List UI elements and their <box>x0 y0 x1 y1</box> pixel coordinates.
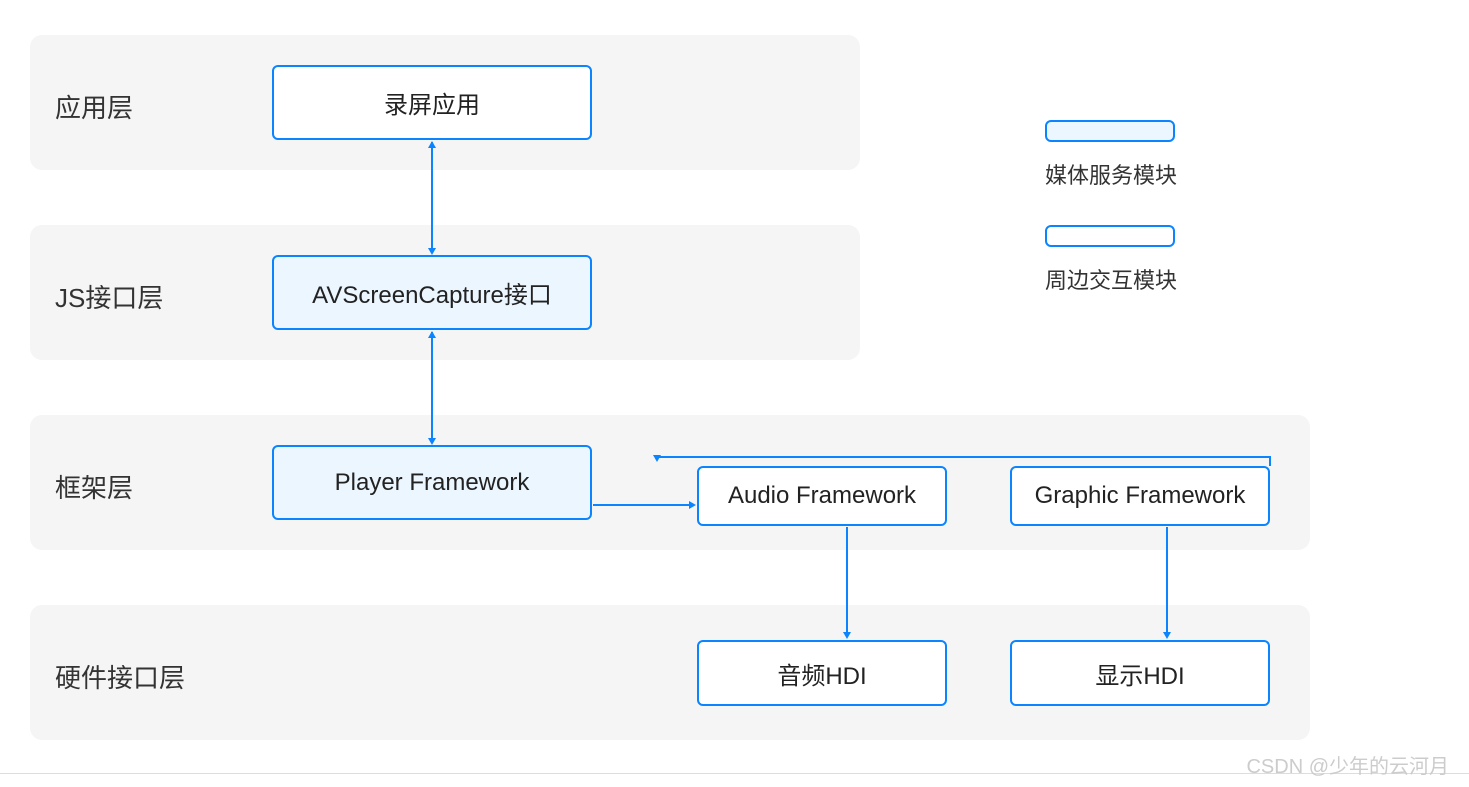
node-audio-fw-label: Audio Framework <box>728 482 916 510</box>
legend-label-media: 媒体服务模块 <box>1045 158 1177 190</box>
legend-swatch-peripheral <box>1045 225 1175 247</box>
watermark: CSDN @少年的云河月 <box>1246 750 1449 779</box>
node-graphic-fw: Graphic Framework <box>1010 466 1270 526</box>
layer-hw-label: 硬件接口层 <box>55 658 185 695</box>
legend-label-peripheral: 周边交互模块 <box>1045 263 1177 295</box>
node-screen-app: 录屏应用 <box>272 65 592 140</box>
layer-app-label: 应用层 <box>55 88 133 125</box>
node-player-fw-label: Player Framework <box>335 469 530 497</box>
legend-swatch-media <box>1045 120 1175 142</box>
node-display-hdi: 显示HDI <box>1010 640 1270 706</box>
node-graphic-fw-label: Graphic Framework <box>1035 482 1246 510</box>
node-display-hdi-label: 显示HDI <box>1095 656 1184 691</box>
node-screen-app-label: 录屏应用 <box>384 85 480 120</box>
node-audio-hdi-label: 音频HDI <box>777 656 866 691</box>
node-avscreen-api-label: AVScreenCapture接口 <box>312 275 552 310</box>
node-avscreen-api: AVScreenCapture接口 <box>272 255 592 330</box>
node-audio-fw: Audio Framework <box>697 466 947 526</box>
layer-js-label: JS接口层 <box>55 278 163 315</box>
node-audio-hdi: 音频HDI <box>697 640 947 706</box>
layer-fw-label: 框架层 <box>55 468 133 505</box>
node-player-fw: Player Framework <box>272 445 592 520</box>
